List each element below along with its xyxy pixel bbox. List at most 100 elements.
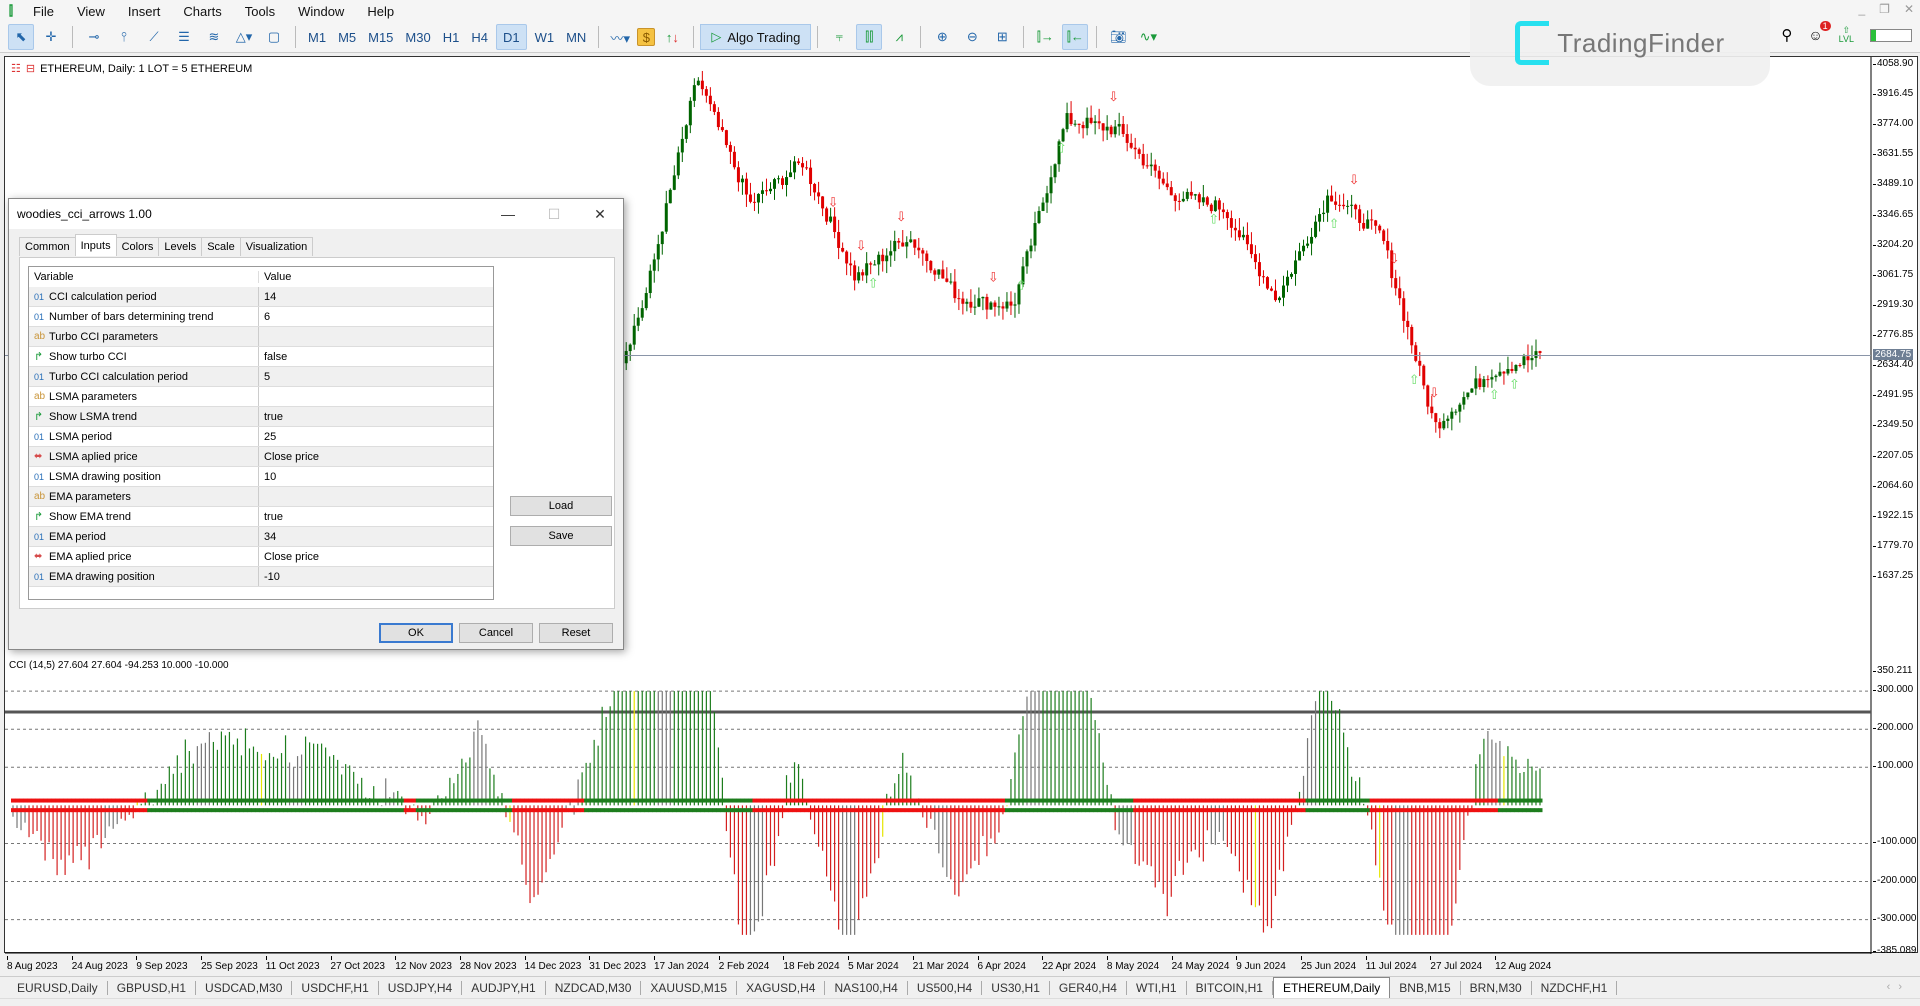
input-value[interactable]: false — [259, 351, 287, 363]
input-row[interactable]: ab Turbo CCI parameters — [29, 327, 493, 347]
symbol-tab[interactable]: USDJPY,H4 — [379, 980, 463, 995]
input-row[interactable]: 01 EMA drawing position -10 — [29, 567, 493, 587]
timeframe-m1[interactable]: M1 — [302, 30, 332, 45]
level-up-icon[interactable]: ⇧ LVL — [1839, 26, 1854, 44]
menu-file[interactable]: File — [22, 4, 66, 19]
column-value[interactable]: Value — [259, 271, 291, 283]
input-value[interactable]: -10 — [259, 571, 280, 583]
tab-inputs[interactable]: Inputs — [74, 234, 117, 256]
input-row[interactable]: ↱ Show LSMA trend true — [29, 407, 493, 427]
input-row[interactable]: ab LSMA parameters — [29, 387, 493, 407]
symbol-tab[interactable]: XAGUSD,H4 — [737, 980, 826, 995]
tab-scale[interactable]: Scale — [201, 237, 241, 256]
dollar-icon[interactable]: $ — [637, 28, 656, 46]
input-row[interactable]: 01 Number of bars determining trend 6 — [29, 307, 493, 327]
minimize-icon[interactable]: _ — [1858, 2, 1865, 16]
input-row[interactable]: ⬌ LSMA aplied price Close price — [29, 447, 493, 467]
tab-levels[interactable]: Levels — [158, 237, 203, 256]
menu-window[interactable]: Window — [287, 4, 356, 19]
chart-trade-icon[interactable]: ⊟ — [26, 62, 35, 75]
timeframe-m15[interactable]: M15 — [362, 30, 399, 45]
symbol-tab[interactable]: AUDJPY,H1 — [462, 980, 546, 995]
fibonacci-button[interactable]: ≋ — [201, 24, 227, 50]
horizontal-line-button[interactable]: ⊸ — [81, 24, 107, 50]
search-icon[interactable]: ⚲ — [1781, 26, 1792, 44]
cursor-tool-button[interactable]: ⬉ — [8, 24, 34, 50]
close-icon[interactable]: ✕ — [1904, 2, 1914, 16]
bar-chart-button[interactable]: ⫧ — [826, 24, 852, 50]
line-chart-button[interactable]: ⩘ — [886, 24, 912, 50]
screenshot-icon[interactable]: 📷︎ — [1105, 24, 1131, 50]
equidistant-channel-button[interactable]: ☰ — [171, 24, 197, 50]
menu-charts[interactable]: Charts — [172, 4, 233, 19]
vertical-line-button[interactable]: ⫯ — [111, 24, 137, 50]
symbol-tab[interactable]: WTI,H1 — [1127, 980, 1187, 995]
timeframe-h1[interactable]: H1 — [437, 30, 466, 45]
trendline-button[interactable]: ⟋ — [141, 24, 167, 50]
symbol-tab[interactable]: NAS100,H4 — [825, 980, 908, 995]
auto-scroll-button[interactable]: ⫿→ — [1032, 24, 1058, 50]
menu-insert[interactable]: Insert — [117, 4, 173, 19]
zoom-in-icon[interactable]: ⊕ — [929, 24, 955, 50]
time-axis[interactable]: 8 Aug 2023 24 Aug 2023 9 Sep 2023 25 Sep 20… — [5, 956, 1871, 977]
input-value[interactable]: 25 — [259, 431, 276, 443]
symbol-tab[interactable]: NZDCAD,M30 — [546, 980, 642, 995]
symbol-tab[interactable]: US500,H4 — [908, 980, 983, 995]
reset-button[interactable]: Reset — [539, 623, 613, 643]
tab-common[interactable]: Common — [19, 237, 76, 256]
input-row[interactable]: 01 LSMA drawing position 10 — [29, 467, 493, 487]
tab-visualization[interactable]: Visualization — [239, 237, 314, 256]
symbol-tab[interactable]: GER40,H4 — [1050, 980, 1127, 995]
symbol-tab[interactable]: BITCOIN,H1 — [1187, 980, 1273, 995]
symbol-tab[interactable]: GBPUSD,H1 — [108, 980, 197, 995]
symbol-tab[interactable]: US30,H1 — [982, 980, 1050, 995]
zoom-out-icon[interactable]: ⊖ — [959, 24, 985, 50]
dialog-minimize-icon[interactable]: — — [485, 199, 531, 229]
candlestick-chart-button[interactable]: ⫿⫿ — [856, 24, 883, 50]
input-value[interactable]: 14 — [259, 291, 276, 303]
dialog-maximize-icon[interactable]: ☐ — [531, 199, 577, 229]
input-value[interactable]: true — [259, 511, 283, 523]
save-button[interactable]: Save — [510, 526, 612, 546]
symbol-tab[interactable]: EURUSD,Daily — [8, 980, 108, 995]
chart-list-icon[interactable]: ☷ — [11, 62, 21, 75]
input-row[interactable]: 01 LSMA period 25 — [29, 427, 493, 447]
restore-icon[interactable]: ❐ — [1879, 2, 1890, 16]
load-button[interactable]: Load — [510, 496, 612, 516]
input-value[interactable]: 34 — [259, 531, 276, 543]
shapes-dropdown-button[interactable]: △▾ — [231, 24, 257, 50]
input-value[interactable]: 6 — [259, 311, 270, 323]
tab-scroll-arrows[interactable]: ‹› — [1887, 981, 1910, 993]
input-value[interactable]: 5 — [259, 371, 270, 383]
buy-sell-arrows-icon[interactable]: ↑ ↓ — [659, 24, 685, 50]
timeframe-d1[interactable]: D1 — [495, 24, 527, 50]
menu-help[interactable]: Help — [356, 4, 406, 19]
timeframe-h4[interactable]: H4 — [465, 30, 494, 45]
input-row[interactable]: ab EMA parameters — [29, 487, 493, 507]
input-value[interactable]: Close price — [259, 551, 319, 563]
input-row[interactable]: 01 Turbo CCI calculation period 5 — [29, 367, 493, 387]
tab-colors[interactable]: Colors — [115, 237, 160, 256]
timeframe-w1[interactable]: W1 — [529, 30, 561, 45]
input-value[interactable]: true — [259, 411, 283, 423]
input-row[interactable]: ↱ Show EMA trend true — [29, 507, 493, 527]
ok-button[interactable]: OK — [379, 623, 453, 643]
crosshair-tool-button[interactable]: ✛ — [38, 24, 64, 50]
menu-view[interactable]: View — [66, 4, 117, 19]
symbol-tab[interactable]: USDCAD,M30 — [196, 980, 293, 995]
symbol-tab[interactable]: BRN,M30 — [1461, 980, 1532, 995]
algo-trading-button[interactable]: ▷ Algo Trading — [700, 24, 812, 50]
input-value[interactable]: 10 — [259, 471, 276, 483]
symbol-tab[interactable]: XAUUSD,M15 — [641, 980, 738, 995]
timeframe-m30[interactable]: M30 — [399, 30, 436, 45]
column-variable[interactable]: Variable — [29, 271, 259, 283]
input-value[interactable]: Close price — [259, 451, 319, 463]
symbol-tab[interactable]: BNB,M15 — [1390, 980, 1461, 995]
symbol-tab[interactable]: ETHEREUM,Daily — [1272, 977, 1391, 998]
menu-tools[interactable]: Tools — [234, 4, 287, 19]
symbol-tab[interactable]: NZDCHF,H1 — [1532, 980, 1618, 995]
rectangle-tool-button[interactable]: ▢ — [261, 24, 287, 50]
notifications-icon[interactable]: ☺ 1 — [1808, 21, 1831, 43]
input-row[interactable]: ↱ Show turbo CCI false — [29, 347, 493, 367]
chart-shift-button[interactable]: ⫿← — [1062, 24, 1089, 50]
